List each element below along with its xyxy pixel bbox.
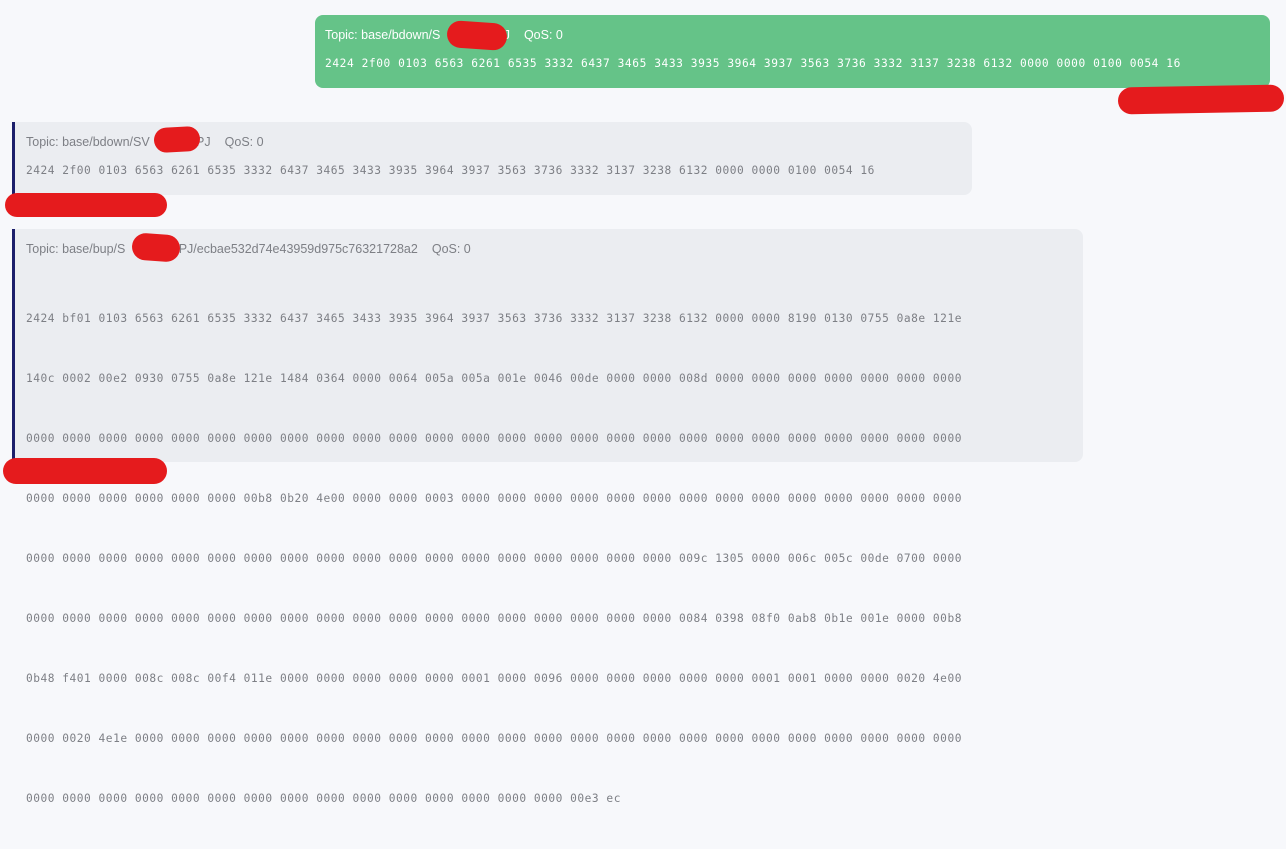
- qos-label: QoS: 0: [523, 28, 563, 42]
- topic-text-start: Topic: base/bup/S: [26, 242, 126, 256]
- redaction-mark: [131, 232, 181, 263]
- message-payload: 2424 2f00 0103 6563 6261 6535 3332 6437 …: [26, 164, 875, 177]
- payload-line: 0000 0000 0000 0000 0000 0000 0000 0000 …: [26, 792, 621, 805]
- topic-text-end: APJ/ecbae532d74e43959d975c76321728a2: [170, 242, 418, 256]
- topic-text-start: Topic: base/bdown/S: [325, 28, 441, 42]
- payload-line: 0000 0000 0000 0000 0000 0000 0000 0000 …: [26, 612, 962, 625]
- redaction-mark: [153, 125, 201, 154]
- payload-line: 2424 bf01 0103 6563 6261 6535 3332 6437 …: [26, 312, 962, 325]
- payload-line: 0000 0000 0000 0000 0000 0000 00b8 0b20 …: [26, 492, 962, 505]
- message-topic-line: Topic: base/bup/S APJ/ecbae532d74e43959d9…: [26, 242, 1083, 256]
- topic-text-start: Topic: base/bdown/SV: [26, 135, 150, 149]
- redaction-mark: [5, 193, 167, 217]
- qos-label: QoS: 0: [224, 135, 264, 149]
- redaction-mark: [3, 458, 167, 484]
- message-payload: 2424 2f00 0103 6563 6261 6535 3332 6437 …: [325, 57, 1181, 70]
- payload-line: 0000 0000 0000 0000 0000 0000 0000 0000 …: [26, 552, 962, 565]
- received-message-bubble: Topic: base/bup/S APJ/ecbae532d74e43959d9…: [12, 229, 1083, 805]
- payload-line: 0b48 f401 0000 008c 008c 00f4 011e 0000 …: [26, 672, 962, 685]
- redaction-mark: [1117, 84, 1285, 115]
- payload-line: 0000 0020 4e1e 0000 0000 0000 0000 0000 …: [26, 732, 962, 745]
- payload-line: 140c 0002 00e2 0930 0755 0a8e 121e 1484 …: [26, 372, 962, 385]
- redaction-mark: [446, 19, 508, 52]
- qos-label: QoS: 0: [431, 242, 471, 256]
- payload-line: 0000 0000 0000 0000 0000 0000 0000 0000 …: [26, 432, 962, 445]
- message-payload: 2424 bf01 0103 6563 6261 6535 3332 6437 …: [26, 269, 1083, 849]
